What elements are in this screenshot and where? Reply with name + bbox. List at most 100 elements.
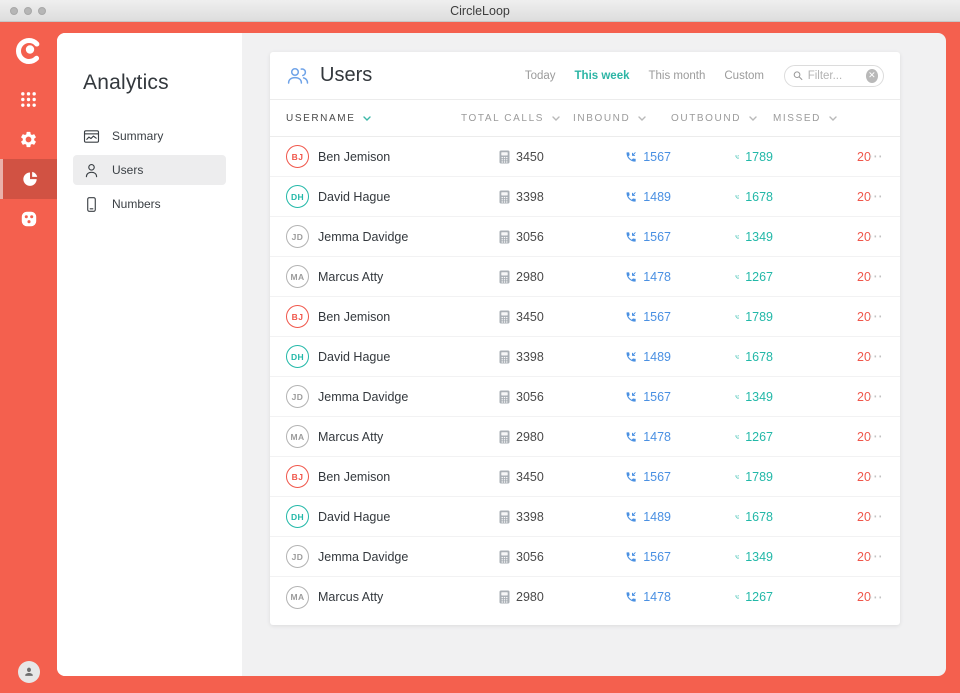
inbound-call-icon	[626, 431, 636, 442]
table-row[interactable]: BJ Ben Jemison 3450 1567 1789 20 ⋯	[270, 137, 900, 177]
column-header-username[interactable]: Username	[286, 113, 461, 124]
column-header-outbound[interactable]: Outbound	[671, 113, 773, 124]
table-row[interactable]: JD Jemma Davidge 3056 1567 1349 20 ⋯	[270, 537, 900, 577]
dialpad-grid-icon	[21, 91, 36, 107]
avatar: BJ	[286, 145, 309, 168]
clear-filter-icon[interactable]: ✕	[865, 68, 878, 83]
inbound-cell: 1567	[573, 230, 671, 244]
outbound-call-icon	[735, 274, 739, 279]
outbound-cell: 1267	[671, 590, 773, 604]
table-header: Username Total calls Inbound Outbou	[270, 100, 900, 137]
missed-cell: 20	[773, 150, 871, 164]
rail-item-settings[interactable]	[0, 119, 57, 159]
avatar: BJ	[286, 305, 309, 328]
avatar: BJ	[286, 465, 309, 488]
row-menu-icon[interactable]: ⋯	[868, 149, 884, 164]
table-row[interactable]: DH David Hague 3398 1489 1678 20 ⋯	[270, 337, 900, 377]
avatar: MA	[286, 265, 309, 288]
search-icon	[793, 71, 803, 81]
users-icon	[287, 67, 309, 84]
window-title: CircleLoop	[450, 3, 510, 18]
outbound-cell: 1349	[671, 230, 773, 244]
window-controls[interactable]	[10, 7, 46, 15]
app-window: CircleLoop Analytics Summary Users Numbe…	[0, 0, 960, 693]
column-header-inbound[interactable]: Inbound	[573, 113, 671, 124]
rail-item-analytics[interactable]	[0, 159, 57, 199]
row-menu-icon[interactable]: ⋯	[868, 269, 884, 284]
chevron-down-icon	[552, 115, 560, 121]
table-row[interactable]: BJ Ben Jemison 3450 1567 1789 20 ⋯	[270, 457, 900, 497]
outbound-cell: 1789	[671, 470, 773, 484]
sidebar: Analytics Summary Users Numbers	[57, 33, 242, 676]
inbound-call-icon	[626, 592, 636, 602]
filter-box[interactable]: ✕	[784, 64, 884, 87]
row-menu-icon[interactable]: ⋯	[868, 469, 884, 484]
table-row[interactable]: JD Jemma Davidge 3056 1567 1349 20 ⋯	[270, 217, 900, 257]
outbound-call-icon	[735, 314, 739, 319]
chevron-down-icon	[363, 115, 372, 121]
total-calls-cell: 3450	[461, 470, 573, 484]
inbound-cell: 1567	[573, 470, 671, 484]
row-menu-icon[interactable]: ⋯	[868, 389, 884, 404]
inbound-call-icon	[626, 511, 636, 522]
sidebar-item-numbers[interactable]: Numbers	[73, 189, 226, 219]
rail-item-dialpad[interactable]	[0, 79, 57, 119]
handset-device-icon	[499, 390, 510, 403]
row-menu-icon[interactable]: ⋯	[868, 549, 884, 564]
total-calls-cell: 3450	[461, 310, 573, 324]
inbound-cell: 1489	[573, 190, 671, 204]
summary-chart-icon	[83, 129, 100, 143]
total-calls-cell: 2980	[461, 430, 573, 444]
row-menu-icon[interactable]: ⋯	[868, 309, 884, 324]
table-row[interactable]: MA Marcus Atty 2980 1478 1267 20 ⋯	[270, 257, 900, 297]
tab-custom[interactable]: Custom	[724, 70, 764, 82]
column-header-total-calls[interactable]: Total calls	[461, 113, 573, 124]
outbound-cell: 1267	[671, 430, 773, 444]
handset-device-icon	[499, 190, 510, 203]
inbound-call-icon	[626, 271, 636, 282]
table-row[interactable]: MA Marcus Atty 2980 1478 1267 20 ⋯	[270, 417, 900, 457]
username: David Hague	[318, 189, 391, 204]
row-menu-icon[interactable]: ⋯	[868, 509, 884, 524]
rail-item-apps[interactable]	[0, 199, 57, 239]
content-panel: Analytics Summary Users Numbers Users To…	[57, 33, 946, 676]
table-row[interactable]: MA Marcus Atty 2980 1478 1267 20 ⋯	[270, 577, 900, 617]
tab-this-week[interactable]: This week	[575, 70, 630, 82]
inbound-cell: 1489	[573, 350, 671, 364]
row-menu-icon[interactable]: ⋯	[868, 189, 884, 204]
total-calls-cell: 2980	[461, 270, 573, 284]
rail-user-avatar[interactable]	[0, 661, 57, 683]
circleloop-logo[interactable]	[0, 22, 57, 79]
inbound-cell: 1567	[573, 150, 671, 164]
card-header: Users Today This week This month Custom	[270, 52, 900, 100]
sidebar-item-summary[interactable]: Summary	[73, 121, 226, 151]
username: Marcus Atty	[318, 429, 384, 444]
avatar: JD	[286, 225, 309, 248]
row-menu-icon[interactable]: ⋯	[868, 229, 884, 244]
user-silhouette-icon	[24, 667, 33, 676]
outbound-cell: 1349	[671, 390, 773, 404]
row-menu-icon[interactable]: ⋯	[868, 349, 884, 364]
username: David Hague	[318, 349, 391, 364]
inbound-call-icon	[626, 351, 636, 362]
column-header-missed[interactable]: Missed	[773, 113, 861, 124]
minimize-window-button[interactable]	[24, 7, 32, 15]
tab-this-month[interactable]: This month	[648, 70, 705, 82]
table-row[interactable]: DH David Hague 3398 1489 1678 20 ⋯	[270, 497, 900, 537]
sidebar-item-users[interactable]: Users	[73, 155, 226, 185]
handset-device-icon	[499, 230, 510, 243]
close-window-button[interactable]	[10, 7, 18, 15]
chevron-down-icon	[638, 115, 647, 121]
inbound-call-icon	[626, 391, 636, 402]
row-menu-icon[interactable]: ⋯	[868, 429, 884, 444]
missed-cell: 20	[773, 550, 871, 564]
row-menu-icon[interactable]: ⋯	[868, 590, 884, 605]
filter-input[interactable]	[807, 69, 866, 82]
outbound-cell: 1789	[671, 150, 773, 164]
table-row[interactable]: JD Jemma Davidge 3056 1567 1349 20 ⋯	[270, 377, 900, 417]
table-row[interactable]: DH David Hague 3398 1489 1678 20 ⋯	[270, 177, 900, 217]
titlebar: CircleLoop	[0, 0, 960, 22]
tab-today[interactable]: Today	[525, 70, 556, 82]
zoom-window-button[interactable]	[38, 7, 46, 15]
table-row[interactable]: BJ Ben Jemison 3450 1567 1789 20 ⋯	[270, 297, 900, 337]
